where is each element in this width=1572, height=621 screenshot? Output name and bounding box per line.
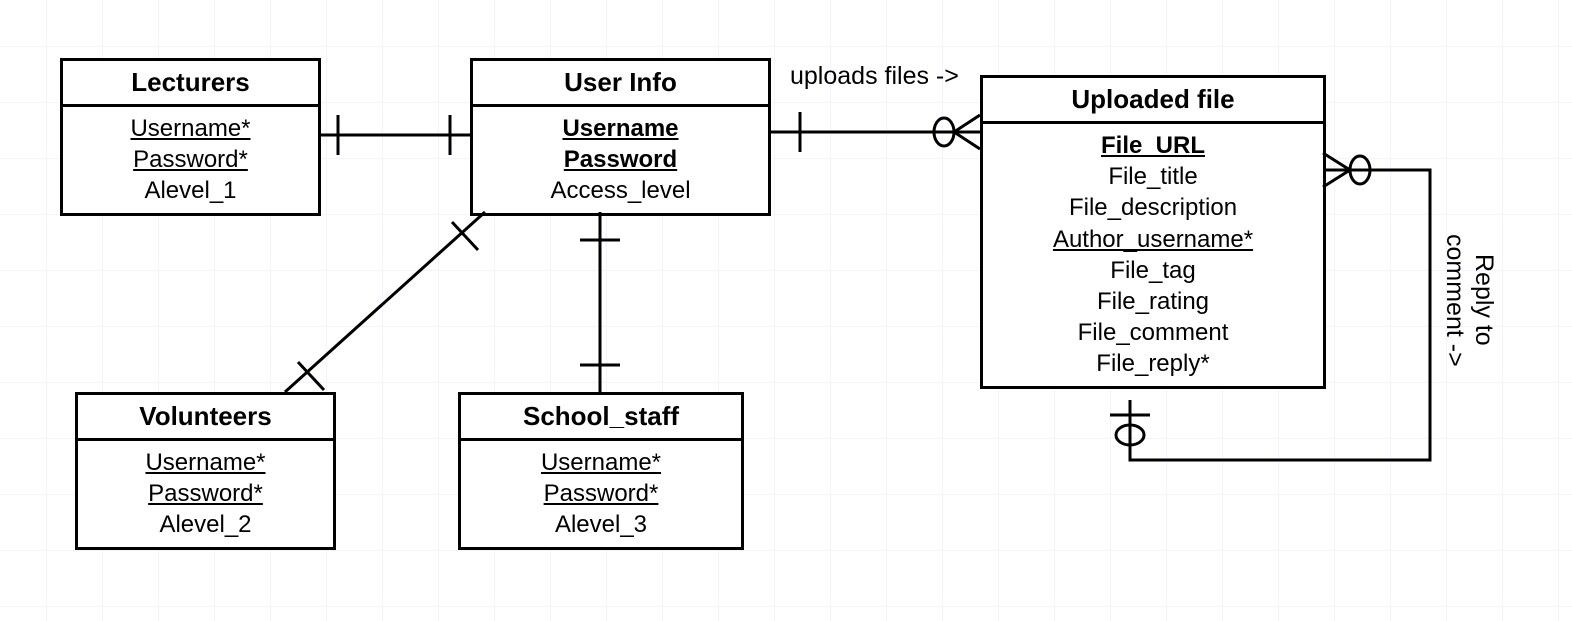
entity-volunteers: Volunteers Username* Password* Alevel_2 <box>75 392 336 550</box>
attr: Username <box>483 113 758 144</box>
label-reply-to-comment: Reply to comment -> <box>1440 185 1498 415</box>
label-uploads-files: uploads files -> <box>790 62 959 91</box>
attr: Password <box>483 144 758 175</box>
entity-body: Username* Password* Alevel_1 <box>63 107 318 213</box>
attr: Access_level <box>483 175 758 206</box>
attr: File_description <box>993 192 1313 223</box>
attr: File_title <box>993 161 1313 192</box>
entity-title: User Info <box>473 61 768 107</box>
attr: File_tag <box>993 255 1313 286</box>
entity-title: School_staff <box>461 395 741 441</box>
entity-lecturers: Lecturers Username* Password* Alevel_1 <box>60 58 321 216</box>
attr: Alevel_2 <box>88 509 323 540</box>
attr: File_URL <box>993 130 1313 161</box>
attr: Alevel_1 <box>73 175 308 206</box>
attr: Password* <box>471 478 731 509</box>
entity-body: Username* Password* Alevel_2 <box>78 441 333 547</box>
entity-userinfo: User Info Username Password Access_level <box>470 58 771 216</box>
entity-body: File_URL File_title File_description Aut… <box>983 124 1323 386</box>
attr: Password* <box>73 144 308 175</box>
entity-uploadedfile: Uploaded file File_URL File_title File_d… <box>980 75 1326 389</box>
attr: Username* <box>88 447 323 478</box>
entity-body: Username Password Access_level <box>473 107 768 213</box>
entity-title: Uploaded file <box>983 78 1323 124</box>
attr: Author_username* <box>993 224 1313 255</box>
attr: Alevel_3 <box>471 509 731 540</box>
attr: Username* <box>73 113 308 144</box>
attr: Username* <box>471 447 731 478</box>
attr: File_comment <box>993 317 1313 348</box>
er-diagram-canvas: Lecturers Username* Password* Alevel_1 U… <box>0 0 1572 621</box>
attr: File_rating <box>993 286 1313 317</box>
entity-body: Username* Password* Alevel_3 <box>461 441 741 547</box>
entity-title: Lecturers <box>63 61 318 107</box>
entity-title: Volunteers <box>78 395 333 441</box>
attr: Password* <box>88 478 323 509</box>
attr: File_reply* <box>993 348 1313 379</box>
entity-schoolstaff: School_staff Username* Password* Alevel_… <box>458 392 744 550</box>
